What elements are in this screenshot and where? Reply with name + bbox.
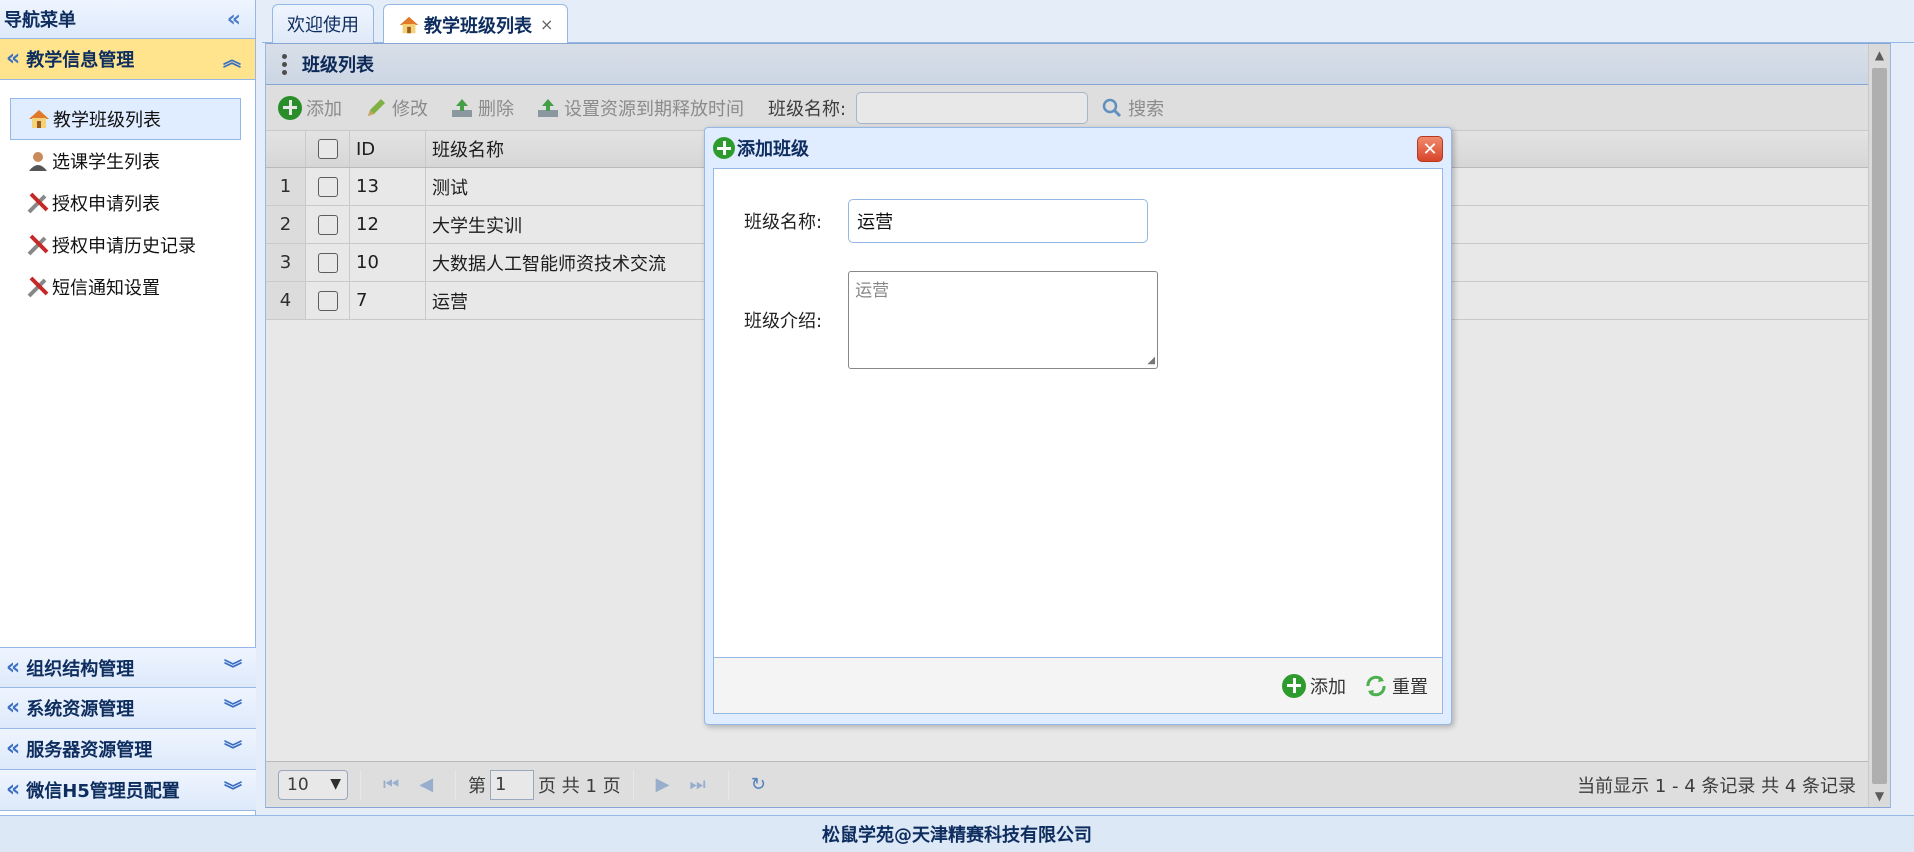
menu-item-auth-list[interactable]: 授权申请列表 — [10, 182, 241, 224]
home-icon — [398, 14, 420, 36]
menu-item-student-list[interactable]: 选课学生列表 — [10, 140, 241, 182]
class-name-input[interactable]: 运营 — [848, 199, 1149, 243]
tab-label: 欢迎使用 — [287, 15, 359, 36]
dialog-add-button[interactable]: 添加 — [1282, 673, 1346, 699]
section-system-resources[interactable]: « 系统资源管理 ︾ — [0, 688, 256, 729]
plus-icon — [1282, 673, 1306, 698]
footer-text: 松鼠学苑@天津精赛科技有限公司 — [822, 825, 1092, 846]
class-name-row: 班级名称: 运营 — [744, 199, 1149, 243]
section-org-structure[interactable]: « 组织结构管理 ︾ — [0, 647, 256, 688]
class-intro-textarea[interactable]: 运营 ◢ — [848, 271, 1159, 369]
section-label: 教学信息管理 — [26, 50, 135, 71]
section-wechat-admin[interactable]: « 微信H5管理员配置 ︾ — [0, 770, 256, 811]
section-label: 组织结构管理 — [26, 658, 135, 680]
menu-item-label: 授权申请历史记录 — [52, 236, 196, 257]
section-label: 系统资源管理 — [26, 699, 135, 720]
collapse-nav-icon[interactable]: « — [227, 7, 241, 32]
section-label: 服务器资源管理 — [26, 740, 153, 761]
dialog-reset-button[interactable]: 重置 — [1364, 673, 1428, 699]
double-chevron-down-icon[interactable]: ︾ — [224, 777, 242, 803]
double-chevron-left-icon: « — [6, 654, 21, 680]
close-tab-icon[interactable]: × — [540, 15, 553, 34]
dialog-title: 添加班级 — [737, 139, 809, 160]
tools-icon — [26, 191, 50, 215]
class-intro-label: 班级介绍: — [744, 311, 823, 332]
menu-item-auth-history[interactable]: 授权申请历史记录 — [10, 224, 241, 266]
section-body: 教学班级列表 选课学生列表 授权申请列表 授权申请历史记录 短信通知设置 — [0, 80, 255, 686]
section-server-resources[interactable]: « 服务器资源管理 ︾ — [0, 729, 256, 770]
double-chevron-left-icon: « — [6, 777, 21, 802]
section-teaching-info[interactable]: « 教学信息管理 ︽ — [0, 39, 255, 80]
tools-icon — [26, 233, 50, 257]
double-chevron-left-icon: « — [6, 46, 21, 71]
double-chevron-down-icon[interactable]: ︾ — [224, 736, 242, 762]
menu-item-label: 授权申请列表 — [52, 194, 160, 215]
menu-item-sms-settings[interactable]: 短信通知设置 — [10, 266, 241, 308]
dialog-title-bar[interactable]: 添加班级 ✕ — [705, 128, 1451, 168]
double-chevron-left-icon: « — [6, 736, 21, 761]
dialog-body: 班级名称: 运营 班级介绍: 运营 ◢ — [713, 168, 1443, 658]
tab-bar: 欢迎使用 教学班级列表 × — [262, 0, 1914, 44]
menu-item-label: 选课学生列表 — [52, 152, 160, 173]
section-label: 微信H5管理员配置 — [26, 781, 180, 802]
reset-label: 重置 — [1392, 676, 1428, 698]
resize-grip-icon[interactable]: ◢ — [1147, 355, 1155, 366]
page-footer: 松鼠学苑@天津精赛科技有限公司 — [0, 815, 1914, 852]
double-chevron-up-icon[interactable]: ︽ — [223, 46, 241, 72]
add-class-dialog: 添加班级 ✕ 班级名称: 运营 班级介绍: 运营 ◢ 添加 重置 — [704, 127, 1452, 725]
nav-header: 导航菜单 « — [0, 0, 255, 39]
user-icon — [26, 149, 50, 173]
plus-icon — [713, 137, 735, 159]
double-chevron-left-icon: « — [6, 695, 21, 720]
add-label: 添加 — [1310, 676, 1346, 698]
menu-item-class-list[interactable]: 教学班级列表 — [10, 98, 241, 140]
nav-panel: 导航菜单 « « 教学信息管理 ︽ 教学班级列表 选课学生列表 授权申请列表 授… — [0, 0, 256, 815]
class-name-label: 班级名称: — [744, 212, 823, 233]
home-icon — [27, 107, 51, 131]
menu-item-label: 教学班级列表 — [53, 110, 161, 131]
tab-label: 教学班级列表 — [424, 15, 532, 37]
tools-icon — [26, 275, 50, 299]
double-chevron-down-icon[interactable]: ︾ — [224, 655, 242, 681]
dialog-footer: 添加 重置 — [713, 658, 1443, 714]
menu-item-label: 短信通知设置 — [52, 278, 160, 299]
class-intro-row: 班级介绍: 运营 ◢ — [744, 271, 1159, 369]
nav-title: 导航菜单 — [4, 10, 76, 31]
tab-class-list[interactable]: 教学班级列表 × — [383, 4, 569, 44]
double-chevron-down-icon[interactable]: ︾ — [224, 695, 242, 721]
tab-welcome[interactable]: 欢迎使用 — [272, 4, 374, 43]
class-intro-value: 运营 — [855, 281, 890, 301]
reset-icon — [1364, 674, 1388, 698]
close-dialog-button[interactable]: ✕ — [1417, 136, 1443, 162]
